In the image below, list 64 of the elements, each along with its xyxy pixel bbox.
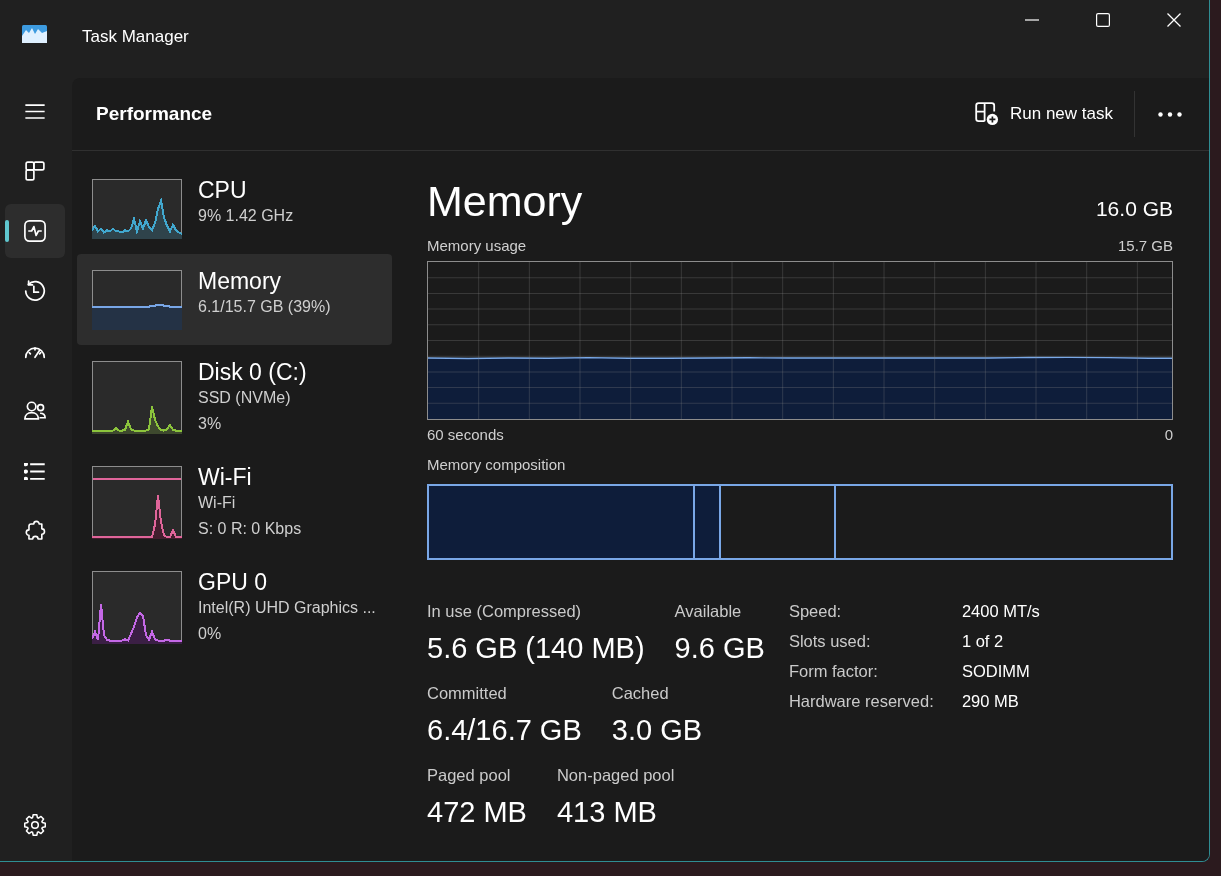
stat-value: 472 MB <box>427 795 527 829</box>
resource-name: Disk 0 (C:) <box>198 361 307 383</box>
stat-value: 5.6 GB (140 MB) <box>427 631 645 665</box>
stat-label: Paged pool <box>427 765 511 786</box>
menu-icon <box>24 103 46 119</box>
graph-max-label: 15.7 GB <box>1117 237 1173 255</box>
nav-button[interactable] <box>5 204 65 258</box>
stat-label: In use (Compressed) <box>427 601 582 622</box>
stat-value: 413 MB <box>556 795 657 829</box>
stat-value: 6.4/16.7 GB <box>427 713 582 747</box>
resource-item[interactable]: Wi-Fi Wi-Fi S: 0 R: 0 Kbps <box>77 450 392 555</box>
selection-indicator <box>5 220 9 242</box>
resource-name: CPU <box>198 179 247 201</box>
graph-label: Memory usage <box>427 237 527 255</box>
history-icon <box>24 280 46 302</box>
resource-detail: 3% <box>198 414 222 434</box>
total-capacity: 16.0 GB <box>1095 197 1173 221</box>
spec-label: Form factor: <box>788 661 878 681</box>
list-icon <box>24 462 46 480</box>
resource-item[interactable]: GPU 0 Intel(R) UHD Graphics ... 0% <box>77 555 392 660</box>
stat-value: 9.6 GB <box>674 631 765 665</box>
more-icon <box>1158 111 1182 117</box>
stat-label: Non-paged pool <box>556 765 675 786</box>
users-icon <box>24 401 46 421</box>
spec-label: Speed: <box>788 601 842 621</box>
run-new-task-button[interactable]: Run new task <box>969 94 1123 134</box>
section-label: Memory composition <box>427 456 566 474</box>
spec-label: Hardware reserved: <box>788 691 934 711</box>
resource-item[interactable]: Disk 0 (C:) SSD (NVMe) 3% <box>77 345 392 450</box>
axis-label: 0 <box>1164 426 1173 444</box>
resource-detail: 9% 1.42 GHz <box>198 206 294 226</box>
axis-label: 60 seconds <box>427 426 504 444</box>
minimize-icon <box>1024 19 1039 21</box>
spec-label: Slots used: <box>788 631 871 651</box>
resource-name: GPU 0 <box>198 571 268 593</box>
resource-detail: 0% <box>198 624 222 644</box>
detail-title: Memory <box>427 176 583 226</box>
resource-item[interactable]: Memory 6.1/15.7 GB (39%) <box>77 254 392 345</box>
window-title: Task Manager <box>82 27 189 47</box>
stat-value: 3.0 GB <box>611 713 703 747</box>
spec-value: SODIMM <box>961 661 1030 681</box>
spec-value: 1 of 2 <box>961 631 1004 651</box>
puzzle-icon <box>24 519 46 543</box>
stat-label: Cached <box>611 683 669 704</box>
resource-item[interactable]: CPU 9% 1.42 GHz <box>77 163 392 254</box>
spec-value: 290 MB <box>961 691 1019 711</box>
resource-name: Wi-Fi <box>198 466 252 488</box>
add-tile-icon <box>975 102 999 126</box>
resource-detail: SSD (NVMe) <box>198 388 291 408</box>
resource-detail: Wi-Fi <box>198 493 236 513</box>
close-icon <box>1166 13 1181 27</box>
stat-label: Available <box>674 601 742 622</box>
app-icon <box>22 25 47 43</box>
maximize-icon <box>1095 13 1110 27</box>
resource-detail: S: 0 R: 0 Kbps <box>198 519 302 539</box>
spec-value: 2400 MT/s <box>961 601 1040 621</box>
settings-icon <box>24 814 46 836</box>
page-title: Performance <box>96 103 213 125</box>
resource-detail: Intel(R) UHD Graphics ... <box>198 598 376 618</box>
stat-label: Committed <box>427 683 507 704</box>
resource-detail: 6.1/15.7 GB (39%) <box>198 297 331 317</box>
pulse-icon <box>24 220 46 242</box>
tiles-icon <box>25 161 45 181</box>
resource-name: Memory <box>198 270 282 292</box>
